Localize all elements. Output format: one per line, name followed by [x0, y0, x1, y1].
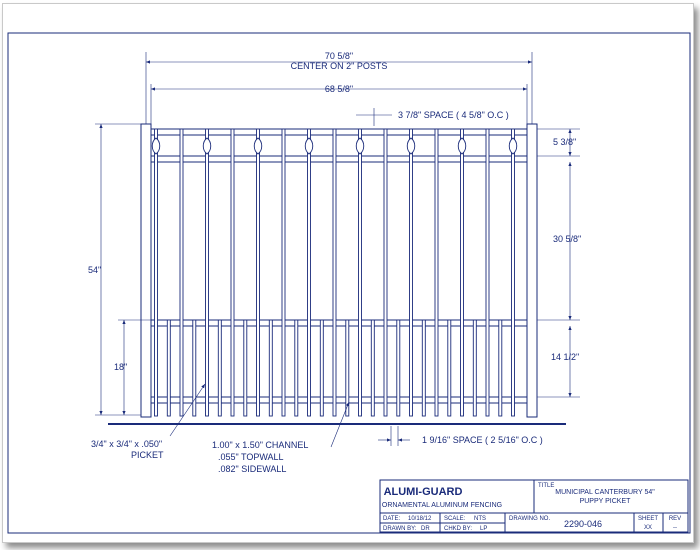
chkd-by-label: CHKD BY: — [444, 526, 472, 532]
fence-panel — [108, 123, 566, 425]
drawing-frame — [7, 32, 691, 534]
overall-width-label: 70 5/8" — [325, 51, 353, 61]
overall-height-label: 54" — [88, 265, 101, 275]
panel-width-label: 68 5/8" — [325, 84, 353, 94]
drawing-no-value: 2290-046 — [564, 519, 602, 529]
full-picket — [281, 128, 286, 417]
finial — [202, 137, 212, 155]
finial — [355, 137, 365, 155]
finial — [304, 137, 314, 155]
full-picket — [460, 128, 464, 417]
full-picket — [307, 128, 311, 417]
full-picket — [179, 128, 184, 417]
drawing-title-line2: PUPPY PICKET — [580, 498, 632, 505]
full-picket — [332, 128, 337, 417]
finial — [406, 137, 416, 155]
sheet-label: SHEET — [638, 516, 658, 522]
bottom-space-label: 1 9/16" SPACE ( 2 5/16" O.C ) — [422, 435, 543, 445]
sheet-value: XX — [644, 525, 652, 531]
full-picket — [154, 128, 158, 417]
full-picket — [205, 128, 209, 417]
puppy-picket — [294, 319, 299, 417]
puppy-picket — [447, 319, 452, 417]
picket-callout-1: 3/4" x 3/4" x .050" — [91, 439, 162, 449]
puppy-picket — [166, 319, 171, 417]
puppy-picket — [370, 319, 375, 417]
puppy-picket — [345, 319, 350, 417]
puppy-picket — [217, 319, 222, 417]
finial — [151, 137, 161, 155]
title-block: ALUMI-GUARD ORNAMENTAL ALUMINUM FENCING … — [379, 479, 689, 533]
pickets — [154, 128, 515, 417]
right-post — [526, 123, 538, 418]
full-picket — [511, 128, 515, 417]
scale-label: SCALE: — [444, 516, 466, 522]
lower-height-label: 18" — [114, 362, 127, 372]
full-picket — [434, 128, 439, 417]
top-section-label: 5 3/8" — [553, 137, 576, 147]
channel-callout-1: 1.00" x 1.50" CHANNEL — [212, 440, 308, 450]
picket-callout-2: PICKET — [131, 450, 164, 460]
puppy-picket — [421, 319, 426, 417]
rev-label: REV — [669, 516, 681, 522]
full-picket — [358, 128, 362, 417]
date-value: 10/18/12 — [408, 516, 432, 522]
drawing-no-label: DRAWING NO. — [509, 516, 550, 522]
puppy-picket — [319, 319, 324, 417]
puppy-picket — [268, 319, 273, 417]
left-post — [140, 123, 152, 418]
top-space-label: 3 7/8" SPACE ( 4 5/8" O.C ) — [398, 110, 509, 120]
overall-width-note: CENTER ON 2" POSTS — [291, 61, 388, 71]
fence-drawing: 70 5/8" CENTER ON 2" POSTS 68 5/8" 3 7/8… — [7, 32, 691, 534]
drawn-by-value: DR — [421, 526, 430, 532]
full-picket — [230, 128, 235, 417]
puppy-picket — [243, 319, 248, 417]
middle-section-label: 30 5/8" — [553, 234, 581, 244]
drawn-by-label: DRAWN BY: — [383, 526, 417, 532]
full-picket — [383, 128, 388, 417]
company-name: ALUMI-GUARD — [384, 486, 463, 498]
channel-callout-3: .082" SIDEWALL — [218, 464, 286, 474]
company-subtitle: ORNAMENTAL ALUMINUM FENCING — [382, 502, 502, 509]
date-label: DATE: — [383, 516, 401, 522]
full-picket — [256, 128, 260, 417]
finial — [457, 137, 467, 155]
finial — [508, 137, 518, 155]
chkd-by-value: LP — [480, 526, 487, 532]
title-label: TITLE — [538, 483, 554, 489]
full-picket — [409, 128, 413, 417]
puppy-picket — [472, 319, 477, 417]
rev-value: -- — [673, 525, 677, 531]
puppy-picket — [498, 319, 503, 417]
channel-callout-2: .055" TOPWALL — [218, 452, 284, 462]
puppy-picket — [396, 319, 401, 417]
full-picket — [485, 128, 490, 417]
scale-value: NTS — [474, 516, 486, 522]
drawing-title-line1: MUNICIPAL CANTERBURY 54" — [555, 489, 655, 496]
finial — [253, 137, 263, 155]
bottom-section-label: 14 1/2" — [551, 352, 579, 362]
